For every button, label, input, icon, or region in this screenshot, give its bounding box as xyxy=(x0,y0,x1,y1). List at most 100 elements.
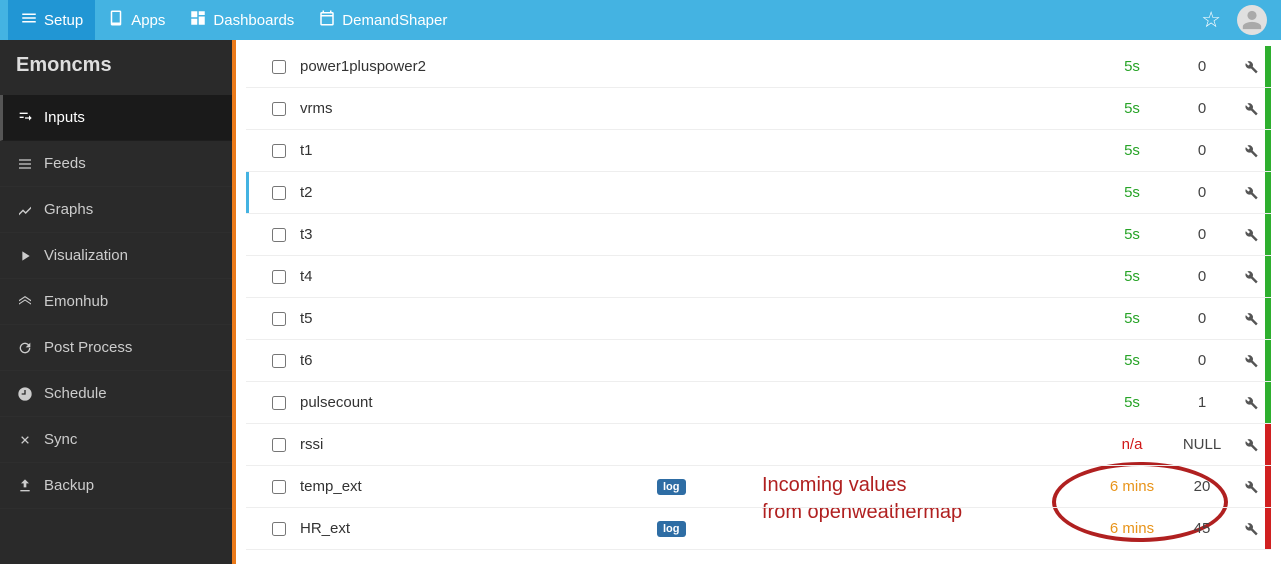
status-stripe xyxy=(1265,340,1271,381)
wrench-icon[interactable] xyxy=(1237,59,1265,75)
input-row: t65s0 xyxy=(246,340,1271,382)
input-value: NULL xyxy=(1167,436,1237,453)
input-row: vrms5s0 xyxy=(246,88,1271,130)
sidebar-item-label: Feeds xyxy=(44,155,86,172)
input-value: 0 xyxy=(1167,352,1237,369)
nav-apps-label: Apps xyxy=(131,12,165,29)
sidebar-item-emonhub[interactable]: Emonhub xyxy=(0,279,232,325)
badge-col: log xyxy=(657,479,717,495)
avatar[interactable] xyxy=(1237,5,1267,35)
input-value: 20 xyxy=(1167,478,1237,495)
input-time: 5s xyxy=(1097,394,1167,411)
log-badge[interactable]: log xyxy=(657,479,686,495)
wrench-icon[interactable] xyxy=(1237,353,1265,369)
emonhub-icon xyxy=(16,294,34,310)
status-stripe xyxy=(1265,508,1271,549)
input-name: t6 xyxy=(300,352,657,369)
input-value: 0 xyxy=(1167,310,1237,327)
wrench-icon[interactable] xyxy=(1237,479,1265,495)
input-time: 5s xyxy=(1097,226,1167,243)
wrench-icon[interactable] xyxy=(1237,143,1265,159)
sidebar-item-label: Visualization xyxy=(44,247,128,264)
wrench-icon[interactable] xyxy=(1237,185,1265,201)
row-checkbox[interactable] xyxy=(272,312,286,326)
feeds-icon xyxy=(16,156,34,172)
input-row: t55s0 xyxy=(246,298,1271,340)
input-name: power1pluspower2 xyxy=(300,58,657,75)
status-stripe xyxy=(1265,466,1271,507)
sidebar-item-schedule[interactable]: Schedule xyxy=(0,371,232,417)
sidebar-item-label: Backup xyxy=(44,477,94,494)
calendar-icon xyxy=(318,9,336,31)
wrench-icon[interactable] xyxy=(1237,227,1265,243)
sidebar-item-visualization[interactable]: Visualization xyxy=(0,233,232,279)
row-checkbox[interactable] xyxy=(272,480,286,494)
input-time: 5s xyxy=(1097,184,1167,201)
backup-icon xyxy=(16,478,34,494)
sidebar-item-label: Emonhub xyxy=(44,293,108,310)
input-time: n/a xyxy=(1097,436,1167,453)
tablet-icon xyxy=(107,9,125,31)
status-stripe xyxy=(1265,130,1271,171)
input-value: 1 xyxy=(1167,394,1237,411)
sidebar-item-inputs[interactable]: Inputs xyxy=(0,95,232,141)
row-checkbox[interactable] xyxy=(272,102,286,116)
input-row: temp_extlog 6 mins20 xyxy=(246,466,1271,508)
row-checkbox[interactable] xyxy=(272,228,286,242)
star-icon[interactable]: ☆ xyxy=(1191,7,1231,33)
row-checkbox[interactable] xyxy=(272,354,286,368)
sidebar-item-label: Graphs xyxy=(44,201,93,218)
status-stripe xyxy=(1265,172,1271,213)
input-name: rssi xyxy=(300,436,657,453)
input-value: 0 xyxy=(1167,184,1237,201)
sidebar-item-postprocess[interactable]: Post Process xyxy=(0,325,232,371)
wrench-icon[interactable] xyxy=(1237,311,1265,327)
input-time: 6 mins xyxy=(1097,478,1167,495)
input-value: 45 xyxy=(1167,520,1237,537)
input-time: 5s xyxy=(1097,310,1167,327)
wrench-icon[interactable] xyxy=(1237,395,1265,411)
sidebar-item-sync[interactable]: Sync xyxy=(0,417,232,463)
nav-apps[interactable]: Apps xyxy=(95,0,177,40)
wrench-icon[interactable] xyxy=(1237,521,1265,537)
row-checkbox[interactable] xyxy=(272,186,286,200)
sidebar: Emoncms Inputs Feeds Graphs Visualizatio… xyxy=(0,40,232,564)
row-checkbox[interactable] xyxy=(272,396,286,410)
badge-col: log xyxy=(657,521,717,537)
input-time: 6 mins xyxy=(1097,520,1167,537)
sidebar-item-label: Post Process xyxy=(44,339,132,356)
wrench-icon[interactable] xyxy=(1237,269,1265,285)
input-name: t4 xyxy=(300,268,657,285)
row-checkbox[interactable] xyxy=(272,270,286,284)
main-panel: Incoming values from openweathermap powe… xyxy=(236,40,1281,564)
sidebar-item-label: Inputs xyxy=(44,109,85,126)
input-name: t2 xyxy=(300,184,657,201)
sidebar-item-backup[interactable]: Backup xyxy=(0,463,232,509)
input-row: power1pluspower25s0 xyxy=(246,46,1271,88)
nav-dashboards[interactable]: Dashboards xyxy=(177,0,306,40)
input-value: 0 xyxy=(1167,100,1237,117)
content-wrap: Emoncms Inputs Feeds Graphs Visualizatio… xyxy=(0,40,1281,564)
input-row: rssi n/aNULL xyxy=(246,424,1271,466)
wrench-icon[interactable] xyxy=(1237,437,1265,453)
row-checkbox[interactable] xyxy=(272,144,286,158)
clock-icon xyxy=(16,386,34,402)
sidebar-item-feeds[interactable]: Feeds xyxy=(0,141,232,187)
input-name: pulsecount xyxy=(300,394,657,411)
input-time: 5s xyxy=(1097,268,1167,285)
row-checkbox[interactable] xyxy=(272,522,286,536)
input-value: 0 xyxy=(1167,142,1237,159)
log-badge[interactable]: log xyxy=(657,521,686,537)
nav-demandshaper[interactable]: DemandShaper xyxy=(306,0,459,40)
input-name: HR_ext xyxy=(300,520,657,537)
nav-setup-label: Setup xyxy=(44,12,83,29)
status-stripe xyxy=(1265,382,1271,423)
wrench-icon[interactable] xyxy=(1237,101,1265,117)
input-name: temp_ext xyxy=(300,478,657,495)
nav-setup[interactable]: Setup xyxy=(8,0,95,40)
input-name: t1 xyxy=(300,142,657,159)
row-checkbox[interactable] xyxy=(272,60,286,74)
sidebar-item-graphs[interactable]: Graphs xyxy=(0,187,232,233)
row-checkbox[interactable] xyxy=(272,438,286,452)
input-value: 0 xyxy=(1167,226,1237,243)
